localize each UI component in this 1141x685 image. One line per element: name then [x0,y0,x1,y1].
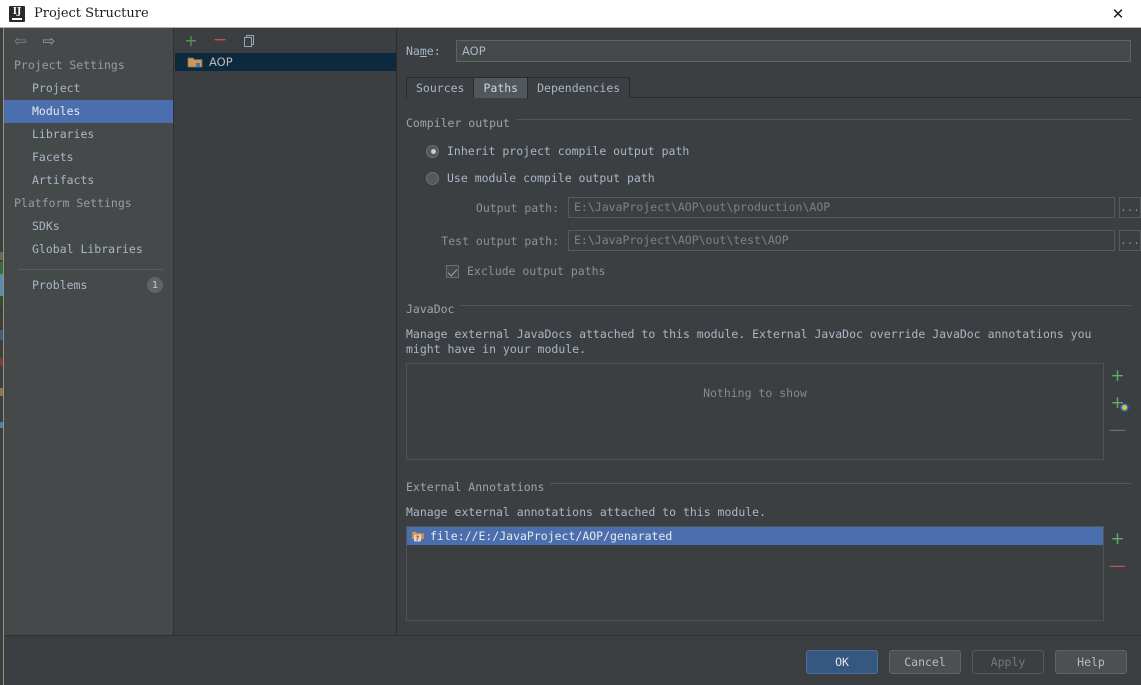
sidebar-item-problems[interactable]: Problems 1 [4,274,173,297]
sidebar-item-modules[interactable]: Modules [4,100,173,123]
javadoc-list[interactable]: Nothing to show [406,363,1104,460]
test-output-path-label: Test output path: [441,233,559,248]
output-path-browse-button[interactable]: ... [1119,197,1141,218]
output-path-input[interactable]: E:\JavaProject\AOP\out\production\AOP [568,197,1115,218]
test-output-path-browse-button[interactable]: ... [1119,230,1141,251]
sidebar-item-libraries[interactable]: Libraries [4,123,173,146]
logo-underbar [12,17,22,20]
external-annotations-list[interactable]: ? file://E:/JavaProject/AOP/genarated [406,526,1104,621]
compiler-output-section: Compiler output [406,112,1131,131]
javadoc-add-icon[interactable]: + [1108,367,1128,385]
module-name-row: Name: [398,28,1141,62]
javadoc-section: JavaDoc [406,298,1131,317]
module-folder-icon [187,54,203,70]
settings-sidebar: ⇦ ⇨ Project Settings Project Modules Lib… [4,28,174,635]
sidebar-item-project[interactable]: Project [4,77,173,100]
tab-paths[interactable]: Paths [473,77,529,98]
intellij-logo-icon: IJ [9,5,25,22]
sidebar-item-artifacts[interactable]: Artifacts [4,169,173,192]
output-path-row: Output path: E:\JavaProject\AOP\out\prod… [398,197,1141,218]
javadoc-side-buttons: + + — [1104,363,1131,460]
dialog-footer: OK Cancel Apply Help [4,635,1141,685]
title-bar: IJ Project Structure ✕ [0,0,1141,28]
test-output-path-input[interactable]: E:\JavaProject\AOP\out\test\AOP [568,230,1115,251]
module-editor: Name: Sources Paths Dependencies Compile… [398,28,1141,635]
back-arrow-icon[interactable]: ⇦ [14,33,27,49]
javadoc-title: JavaDoc [406,302,461,316]
ok-button[interactable]: OK [806,650,878,674]
external-annotations-remove-icon[interactable]: — [1108,557,1128,575]
problems-count-badge: 1 [147,277,163,293]
add-module-icon[interactable]: + [183,32,199,49]
test-output-path-row: Test output path: E:\JavaProject\AOP\out… [398,230,1141,251]
javadoc-add-url-icon[interactable]: + [1108,394,1129,412]
javadoc-list-wrap: Nothing to show + + — [406,363,1131,460]
inherit-output-radio-row[interactable]: Inherit project compile output path [398,144,1141,158]
svg-text:?: ? [415,534,419,542]
inherit-output-label: Inherit project compile output path [447,144,690,158]
sidebar-group-platform-settings: Platform Settings [14,196,132,210]
javadoc-description: Manage external JavaDocs attached to thi… [406,327,1092,356]
tab-sources[interactable]: Sources [406,77,475,98]
globe-icon [1119,403,1129,412]
javadoc-divider [406,305,1131,306]
sidebar-divider [18,269,163,270]
output-path-label: Output path: [475,200,559,215]
javadoc-empty-message: Nothing to show [703,386,807,400]
module-name-label-static: Name: [406,44,441,58]
annotation-list-item[interactable]: ? file://E:/JavaProject/AOP/genarated [407,527,1103,545]
modules-toolbar: + − [175,28,396,53]
module-output-label: Use module compile output path [447,171,655,185]
sidebar-item-sdks[interactable]: SDKs [4,215,173,238]
navigation-arrows: ⇦ ⇨ [4,28,173,54]
project-structure-dialog: IJ Project Structure ✕ ⇦ ⇨ Project Setti… [0,0,1141,685]
logo-text: IJ [12,6,22,17]
exclude-output-paths-label: Exclude output paths [467,264,606,278]
sidebar-item-facets[interactable]: Facets [4,146,173,169]
inherit-output-radio[interactable] [426,144,439,158]
external-annotations-title: External Annotations [406,480,551,494]
external-annotations-description: Manage external annotations attached to … [406,505,767,519]
external-annotations-side-buttons: + — [1104,526,1131,621]
module-output-radio[interactable] [426,171,439,185]
copy-module-icon[interactable] [241,33,257,49]
tab-dependencies[interactable]: Dependencies [527,77,631,98]
sidebar-item-problems-label: Problems [32,278,88,292]
compiler-output-title: Compiler output [406,116,516,130]
external-annotations-section: External Annotations [406,476,1131,495]
footer-button-group: OK Cancel Apply Help [806,650,1127,674]
window-title: Project Structure [34,6,149,21]
apply-button[interactable]: Apply [972,650,1044,674]
modules-list-panel: + − AOP [175,28,397,635]
external-annotations-list-wrap: ? file://E:/JavaProject/AOP/genarated + … [406,526,1131,621]
module-list-item-aop[interactable]: AOP [175,53,396,71]
annotation-path-label: file://E:/JavaProject/AOP/genarated [430,529,673,543]
help-button[interactable]: Help [1055,650,1127,674]
remove-module-icon[interactable]: − [212,32,228,49]
forward-arrow-icon[interactable]: ⇨ [43,33,56,49]
exclude-output-paths-row[interactable]: Exclude output paths [398,264,1141,278]
annotation-folder-warning-icon: ? [411,528,425,545]
sidebar-item-global-libraries[interactable]: Global Libraries [4,238,173,261]
module-name-input[interactable] [456,40,1131,62]
close-icon[interactable]: ✕ [1095,0,1141,27]
external-annotations-add-icon[interactable]: + [1108,530,1128,548]
sidebar-group-project-settings: Project Settings [14,58,125,72]
exclude-output-paths-checkbox[interactable] [446,264,459,278]
module-name-label: AOP [209,55,233,69]
javadoc-remove-icon[interactable]: — [1108,421,1128,439]
cancel-button[interactable]: Cancel [889,650,961,674]
module-tabs: Sources Paths Dependencies [406,76,1141,98]
module-output-radio-row[interactable]: Use module compile output path [398,171,1141,185]
